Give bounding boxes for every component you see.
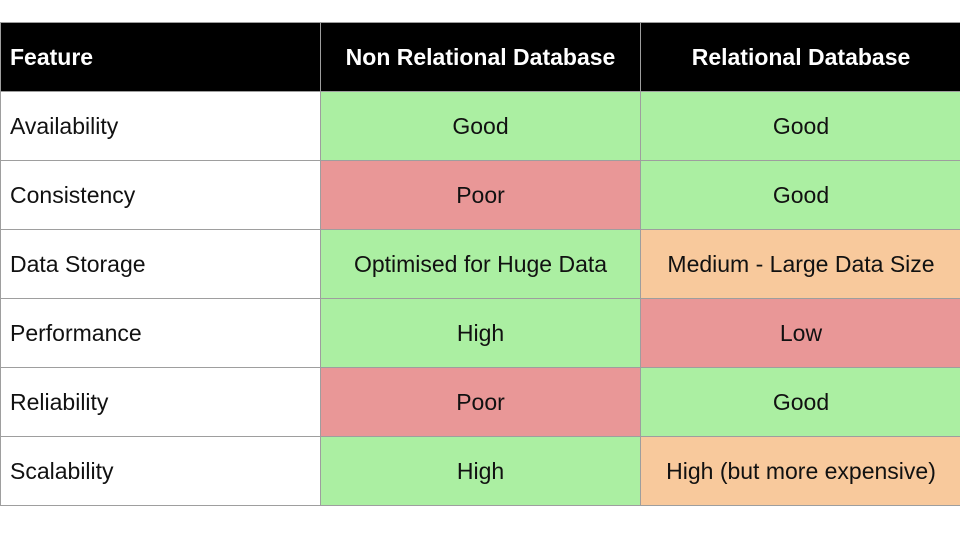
feature-cell: Availability — [0, 91, 321, 161]
comparison-table: Feature Non Relational Database Relation… — [0, 22, 960, 506]
table-row: Scalability High High (but more expensive) — [0, 436, 960, 506]
table-row: Consistency Poor Good — [0, 160, 960, 230]
header-feature: Feature — [0, 22, 321, 92]
relational-cell: High (but more expensive) — [640, 436, 960, 506]
non-relational-cell: Poor — [320, 160, 641, 230]
header-non-relational: Non Relational Database — [320, 22, 641, 92]
non-relational-cell: Poor — [320, 367, 641, 437]
non-relational-cell: High — [320, 436, 641, 506]
relational-cell: Low — [640, 298, 960, 368]
non-relational-cell: High — [320, 298, 641, 368]
table-row: Reliability Poor Good — [0, 367, 960, 437]
relational-cell: Medium - Large Data Size — [640, 229, 960, 299]
feature-cell: Consistency — [0, 160, 321, 230]
table-row: Data Storage Optimised for Huge Data Mediu… — [0, 229, 960, 299]
feature-cell: Data Storage — [0, 229, 321, 299]
non-relational-cell: Good — [320, 91, 641, 161]
relational-cell: Good — [640, 91, 960, 161]
table-row: Performance High Low — [0, 298, 960, 368]
feature-cell: Reliability — [0, 367, 321, 437]
feature-cell: Performance — [0, 298, 321, 368]
non-relational-cell: Optimised for Huge Data — [320, 229, 641, 299]
header-relational: Relational Database — [640, 22, 960, 92]
table-row: Availability Good Good — [0, 91, 960, 161]
relational-cell: Good — [640, 367, 960, 437]
feature-cell: Scalability — [0, 436, 321, 506]
header-row: Feature Non Relational Database Relation… — [0, 22, 960, 92]
relational-cell: Good — [640, 160, 960, 230]
